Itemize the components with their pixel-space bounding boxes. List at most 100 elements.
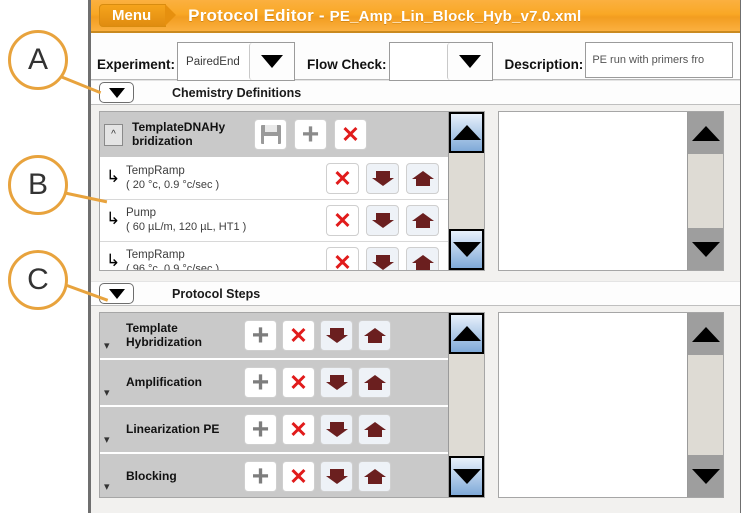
protocol-scrollbar[interactable] <box>448 313 484 497</box>
move-up-button[interactable] <box>406 205 439 236</box>
chevron-up-icon[interactable]: ^ <box>104 123 123 146</box>
delete-row-button[interactable]: ✕ <box>326 205 359 236</box>
chemistry-row[interactable]: ↳ TempRamp ( 20 °c, 0.9 °c/sec ) ✕ <box>100 158 448 200</box>
protocol-detail-content[interactable] <box>499 313 687 497</box>
triangle-down-icon <box>691 241 720 257</box>
callout-marker-c: C <box>8 250 68 310</box>
chemistry-row-texts: TempRamp ( 20 °c, 0.9 °c/sec ) <box>126 164 326 192</box>
chemistry-collapse-button[interactable] <box>99 82 134 103</box>
delete-icon: ✕ <box>289 416 308 442</box>
move-up-icon <box>411 212 434 229</box>
add-step-button[interactable]: + <box>244 414 277 445</box>
chevron-down-icon[interactable]: ▾ <box>104 480 118 497</box>
chemistry-scrollbar[interactable] <box>448 112 484 270</box>
delete-row-button[interactable]: ✕ <box>326 163 359 194</box>
description-input[interactable]: PE run with primers fro <box>585 42 734 78</box>
delete-icon: ✕ <box>333 207 352 233</box>
move-step-down-button[interactable] <box>320 367 353 398</box>
delete-step-button[interactable]: ✕ <box>282 367 315 398</box>
add-icon: + <box>301 118 320 151</box>
save-button[interactable] <box>254 119 287 150</box>
chemistry-definitions-header[interactable]: Chemistry Definitions <box>91 80 740 105</box>
chemistry-detail-content[interactable] <box>499 112 687 270</box>
protocol-step-row[interactable]: ▾ Template Hybridization + ✕ <box>100 313 448 360</box>
protocol-step-name-line1: Linearization PE <box>126 421 220 436</box>
chemistry-row-name: TempRamp <box>126 249 185 262</box>
chemistry-detail-scroll-track[interactable] <box>688 154 723 228</box>
chemistry-row-actions: ✕ <box>326 247 439 270</box>
callout-letter: A <box>27 43 48 76</box>
delete-chemistry-button[interactable]: ✕ <box>334 119 367 150</box>
chemistry-detail-scrollbar[interactable] <box>687 112 723 270</box>
move-down-icon <box>371 170 394 187</box>
protocol-scroll-track[interactable] <box>449 354 484 456</box>
add-step-button[interactable]: + <box>244 320 277 351</box>
move-step-down-button[interactable] <box>320 461 353 492</box>
move-up-icon <box>363 421 386 438</box>
protocol-step-row[interactable]: ▾ Linearization PE + ✕ <box>100 407 448 454</box>
chemistry-list-body: ^ TemplateDNAHy bridization + ✕ ↳ TempRa… <box>100 112 448 270</box>
chemistry-row[interactable]: ↳ TempRamp ( 96 °c, 0.9 °c/sec ) ✕ <box>100 242 448 270</box>
chemistry-scroll-up-button[interactable] <box>449 112 484 153</box>
move-up-icon <box>363 468 386 485</box>
move-step-down-button[interactable] <box>320 414 353 445</box>
protocol-scroll-down-button[interactable] <box>449 456 484 497</box>
experiment-select[interactable]: PairedEnd <box>177 42 296 81</box>
chemistry-scroll-track[interactable] <box>449 153 484 229</box>
chevron-down-icon[interactable]: ▾ <box>104 386 118 405</box>
experiment-dropdown-arrow[interactable] <box>249 43 295 80</box>
flow-check-dropdown-arrow[interactable] <box>446 43 492 80</box>
protocol-detail-scroll-track[interactable] <box>688 355 723 455</box>
chemistry-detail-scroll-down-button[interactable] <box>688 228 723 270</box>
move-down-button[interactable] <box>366 205 399 236</box>
delete-step-button[interactable]: ✕ <box>282 320 315 351</box>
delete-step-button[interactable]: ✕ <box>282 461 315 492</box>
protocol-detail-scrollbar[interactable] <box>687 313 723 497</box>
protocol-list-body: ▾ Template Hybridization + ✕ ▾ Amplifica… <box>100 313 448 497</box>
chemistry-row-params: ( 96 °c, 0.9 °c/sec ) <box>126 262 220 270</box>
flow-check-select[interactable] <box>388 42 493 81</box>
move-up-icon <box>363 327 386 344</box>
protocol-step-name-line1: Amplification <box>126 374 203 389</box>
move-step-up-button[interactable] <box>358 461 391 492</box>
protocol-detail-scroll-up-button[interactable] <box>688 313 723 355</box>
chemistry-row-name: Pump <box>126 207 157 220</box>
move-up-icon <box>363 374 386 391</box>
delete-step-button[interactable]: ✕ <box>282 414 315 445</box>
chemistry-row[interactable]: ↳ Pump ( 60 µL/m, 120 µL, HT1 ) ✕ <box>100 200 448 242</box>
chemistry-scroll-down-button[interactable] <box>449 229 484 270</box>
protocol-steps-header[interactable]: Protocol Steps <box>91 281 740 306</box>
add-step-button[interactable]: + <box>244 367 277 398</box>
move-step-down-button[interactable] <box>320 320 353 351</box>
move-step-up-button[interactable] <box>358 367 391 398</box>
add-icon: + <box>251 460 270 493</box>
protocol-step-name: Amplification <box>126 374 244 390</box>
move-down-button[interactable] <box>366 163 399 194</box>
move-step-up-button[interactable] <box>358 320 391 351</box>
chevron-down-icon[interactable]: ▾ <box>104 339 118 358</box>
chevron-down-icon[interactable]: ▾ <box>104 433 118 452</box>
triangle-down-icon <box>108 288 125 299</box>
delete-icon: ✕ <box>289 322 308 348</box>
triangle-down-icon <box>691 468 720 484</box>
protocol-detail-scroll-down-button[interactable] <box>688 455 723 497</box>
move-down-button[interactable] <box>366 247 399 270</box>
protocol-scroll-up-button[interactable] <box>449 313 484 354</box>
experiment-label: Experiment: <box>97 57 176 72</box>
move-step-up-button[interactable] <box>358 414 391 445</box>
chemistry-detail-scroll-up-button[interactable] <box>688 112 723 154</box>
move-up-button[interactable] <box>406 247 439 270</box>
add-chemistry-button[interactable]: + <box>294 119 327 150</box>
add-step-button[interactable]: + <box>244 461 277 492</box>
protocol-step-name-line1: Blocking <box>126 468 177 483</box>
move-up-button[interactable] <box>406 163 439 194</box>
delete-row-button[interactable]: ✕ <box>326 247 359 270</box>
triangle-down-icon <box>452 469 481 484</box>
chemistry-group-header[interactable]: ^ TemplateDNAHy bridization + ✕ <box>100 112 448 158</box>
title-bar: Menu Protocol Editor - PE_Amp_Lin_Block_… <box>91 0 740 33</box>
menu-button[interactable]: Menu <box>99 4 177 27</box>
protocol-step-row[interactable]: ▾ Blocking + ✕ <box>100 454 448 497</box>
protocol-step-row[interactable]: ▾ Amplification + ✕ <box>100 360 448 407</box>
triangle-down-icon <box>452 242 481 257</box>
add-icon: + <box>251 413 270 446</box>
